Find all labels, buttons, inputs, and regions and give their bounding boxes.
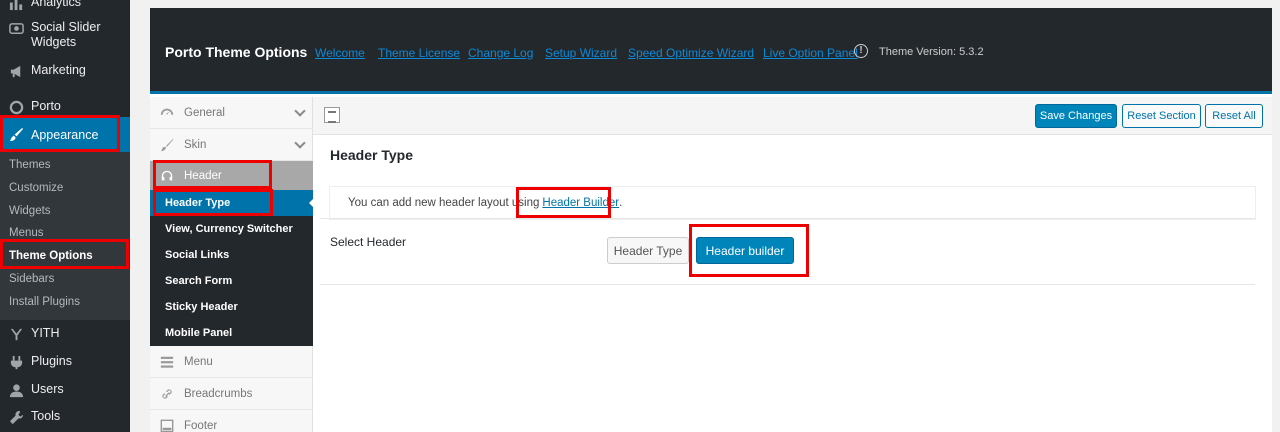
notice-text: You can add new header layout using (348, 197, 540, 209)
nav-item-skin[interactable]: Skin (150, 129, 313, 161)
wrench-icon (7, 409, 25, 425)
dashboard-icon (159, 105, 175, 121)
wp-menu-analytics[interactable]: Analytics (0, 0, 130, 11)
theme-version: Theme Version: 5.3.2 (879, 46, 984, 58)
wp-submenu-install-plugins[interactable]: Install Plugins (9, 296, 80, 308)
paintbrush-icon (7, 127, 25, 143)
nav-item-header[interactable]: Header (150, 161, 313, 191)
wp-menu-label: Marketing (31, 63, 86, 77)
wp-submenu-theme-options[interactable]: Theme Options (9, 250, 93, 262)
subnav-header-type[interactable]: Header Type (150, 190, 314, 216)
nav-label: Skin (184, 138, 207, 151)
subnav-mobile-panel[interactable]: Mobile Panel (150, 320, 313, 346)
user-icon (7, 382, 25, 398)
expand-options-icon[interactable] (324, 107, 340, 123)
wp-menu-label: Appearance (31, 127, 99, 142)
wp-menu-label: Social Slider Widgets (31, 20, 101, 49)
wp-menu-social-slider[interactable]: Social Slider Widgets (0, 20, 130, 50)
subnav-view-currency-switcher[interactable]: View, Currency Switcher (150, 216, 313, 242)
menu-icon (159, 354, 175, 370)
link-icon (159, 386, 175, 402)
chevron-down-icon (294, 137, 306, 149)
wp-menu-label: Porto (31, 99, 61, 113)
wp-menu-porto[interactable]: Porto (0, 99, 130, 115)
options-nav: General Skin Header Header Type View, Cu… (150, 97, 314, 432)
header-subnav: Header Type View, Currency Switcher Soci… (150, 190, 314, 346)
nav-label: Header (184, 169, 222, 182)
wp-submenu-menus[interactable]: Menus (9, 227, 44, 239)
nav-item-breadcrumbs[interactable]: Breadcrumbs (150, 378, 313, 410)
nav-label: Footer (184, 419, 218, 432)
save-changes-button[interactable]: Save Changes (1035, 104, 1117, 128)
wp-submenu-appearance: Themes Customize Widgets Menus Theme Opt… (0, 152, 130, 320)
subnav-sticky-header[interactable]: Sticky Header (150, 294, 313, 320)
notice-end: . (619, 197, 623, 209)
wp-admin-sidebar: Analytics Social Slider Widgets Marketin… (0, 0, 130, 432)
nav-label: Menu (184, 355, 213, 368)
info-icon[interactable]: ! (854, 44, 868, 58)
wp-menu-label: Plugins (31, 354, 72, 368)
link-speed-optimize-wizard[interactable]: Speed Optimize Wizard (628, 46, 754, 60)
circle-icon (7, 99, 25, 115)
wp-submenu-sidebars[interactable]: Sidebars (9, 273, 54, 285)
info-notice: You can add new header layout using Head… (330, 187, 1255, 219)
nav-label: General (184, 106, 225, 119)
wp-submenu-customize[interactable]: Customize (9, 182, 63, 194)
subnav-social-links[interactable]: Social Links (150, 242, 313, 268)
option-header-type-button[interactable]: Header Type (607, 237, 689, 264)
nav-item-menu[interactable]: Menu (150, 346, 313, 378)
options-toolbar: Save Changes Reset Section Reset All (313, 97, 1272, 135)
wp-menu-label: YITH (31, 326, 60, 340)
section-title: Header Type (330, 147, 413, 163)
yith-icon (7, 326, 25, 342)
wp-menu-plugins[interactable]: Plugins (0, 354, 130, 370)
brush-icon (159, 137, 175, 153)
wp-menu-tools[interactable]: Tools (0, 409, 130, 425)
reset-section-button[interactable]: Reset Section (1122, 104, 1201, 128)
chart-bar-icon (7, 0, 25, 11)
link-theme-license[interactable]: Theme License (378, 46, 460, 60)
plug-icon (7, 354, 25, 370)
wp-menu-yith[interactable]: YITH (0, 326, 130, 342)
link-live-option-panel[interactable]: Live Option Panel (763, 46, 858, 60)
wp-menu-label: Users (31, 382, 64, 396)
wp-menu-label: Tools (31, 409, 61, 423)
link-setup-wizard[interactable]: Setup Wizard (545, 46, 617, 60)
nav-item-general[interactable]: General (150, 97, 313, 129)
option-header-builder-button[interactable]: Header builder (696, 237, 794, 264)
link-welcome[interactable]: Welcome (315, 46, 365, 60)
nav-label: Breadcrumbs (184, 387, 253, 400)
footer-icon (159, 418, 175, 432)
options-header: Porto Theme Options Welcome Theme Licens… (150, 8, 1272, 94)
divider (320, 218, 1255, 219)
link-change-log[interactable]: Change Log (468, 46, 533, 60)
slider-icon (7, 20, 25, 36)
wp-menu-label: Analytics (31, 0, 82, 9)
wp-submenu-widgets[interactable]: Widgets (9, 205, 51, 217)
chevron-down-icon (294, 105, 306, 117)
theme-options-panel: Porto Theme Options Welcome Theme Licens… (150, 8, 1272, 432)
wp-menu-marketing[interactable]: Marketing (0, 63, 130, 79)
header-builder-link[interactable]: Header Builder (542, 197, 619, 209)
wp-menu-appearance[interactable]: Appearance (0, 117, 130, 152)
wp-menu-users[interactable]: Users (0, 382, 130, 398)
reset-all-button[interactable]: Reset All (1205, 104, 1263, 128)
subnav-search-form[interactable]: Search Form (150, 268, 313, 294)
nav-item-footer[interactable]: Footer (150, 410, 313, 432)
headphones-icon (159, 168, 175, 184)
page-title: Porto Theme Options (165, 44, 308, 60)
divider (320, 284, 1255, 285)
wp-submenu-themes[interactable]: Themes (9, 159, 51, 171)
select-header-label: Select Header (330, 235, 407, 249)
megaphone-icon (7, 63, 25, 79)
